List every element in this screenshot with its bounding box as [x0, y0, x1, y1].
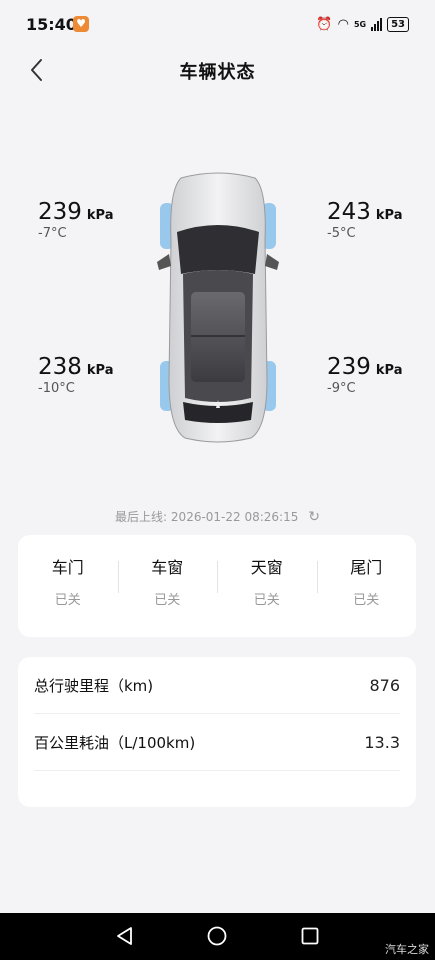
- opening-label: 车窗: [151, 558, 184, 577]
- opening-state: 已关: [353, 593, 380, 608]
- tire-temperature: -5°C: [327, 226, 356, 241]
- stats-card: 总行驶里程（km) 876 百公里耗油（L/100km) 13.3: [18, 657, 416, 807]
- status-icons: ⏰ ◠ 5G 53: [316, 15, 409, 33]
- wifi-icon: ◠: [337, 16, 349, 32]
- openings-card: 车门 已关 车窗 已关 天窗 已关 尾门 已关: [18, 535, 416, 637]
- tire-pressure: 239: [327, 354, 371, 380]
- last-online-info: 最后上线: 2026-01-22 08:26:15 ↻: [0, 508, 435, 525]
- tire-front-left: 239 kPa -7°C: [38, 199, 114, 241]
- car-top-view-image: [157, 172, 279, 443]
- tire-temperature: -7°C: [38, 226, 67, 241]
- watermark: 汽车之家: [385, 943, 429, 956]
- tire-rear-right: 239 kPa -9°C: [327, 354, 403, 396]
- opening-label: 天窗: [250, 558, 283, 577]
- opening-window[interactable]: 车窗 已关: [117, 535, 218, 637]
- top-bar: 车辆状态: [0, 48, 435, 94]
- stat-label: 总行驶里程（km): [34, 676, 154, 695]
- list-item: 总行驶里程（km) 876: [34, 657, 400, 714]
- system-nav-bar: 汽车之家: [0, 913, 435, 960]
- opening-state: 已关: [253, 593, 280, 608]
- refresh-icon[interactable]: ↻: [308, 509, 320, 525]
- battery-indicator: 53: [387, 16, 409, 32]
- home-circle-icon[interactable]: [206, 925, 228, 947]
- opening-state: 已关: [154, 593, 181, 608]
- opening-sunroof[interactable]: 天窗 已关: [217, 535, 317, 637]
- tire-pressure: 243: [327, 199, 371, 225]
- stat-value: 876: [369, 675, 400, 695]
- status-bar: 15:40 ♥ ⏰ ◠ 5G 53: [0, 0, 435, 48]
- pressure-unit: kPa: [86, 363, 114, 378]
- back-triangle-icon[interactable]: [114, 925, 136, 947]
- opening-label: 尾门: [350, 558, 383, 577]
- opening-tailgate[interactable]: 尾门 已关: [316, 535, 417, 637]
- network-type: 5G: [353, 19, 367, 29]
- pressure-unit: kPa: [375, 208, 403, 223]
- tire-pressure: 239: [38, 199, 82, 225]
- status-time: 15:40: [26, 15, 77, 34]
- pressure-unit: kPa: [86, 208, 114, 223]
- tire-temperature: -9°C: [327, 381, 356, 396]
- stat-value: 13.3: [364, 732, 400, 752]
- opening-label: 车门: [51, 558, 84, 577]
- tire-pressure: 238: [38, 354, 82, 380]
- recents-square-icon[interactable]: [299, 925, 321, 947]
- page-title: 车辆状态: [179, 62, 256, 83]
- stat-label: 百公里耗油（L/100km): [34, 733, 196, 752]
- list-item: 百公里耗油（L/100km) 13.3: [34, 714, 400, 771]
- pressure-unit: kPa: [375, 363, 403, 378]
- opening-door[interactable]: 车门 已关: [18, 535, 118, 637]
- tire-rear-left: 238 kPa -10°C: [38, 354, 114, 396]
- signal-icon: [371, 17, 383, 31]
- tire-front-right: 243 kPa -5°C: [327, 199, 403, 241]
- alarm-icon: ⏰: [316, 16, 333, 32]
- last-online-label: 最后上线:: [115, 510, 168, 524]
- tire-temperature: -10°C: [38, 381, 75, 396]
- opening-state: 已关: [54, 593, 81, 608]
- last-online-time: 2026-01-22 08:26:15: [170, 510, 299, 524]
- heart-app-icon: ♥: [73, 16, 89, 32]
